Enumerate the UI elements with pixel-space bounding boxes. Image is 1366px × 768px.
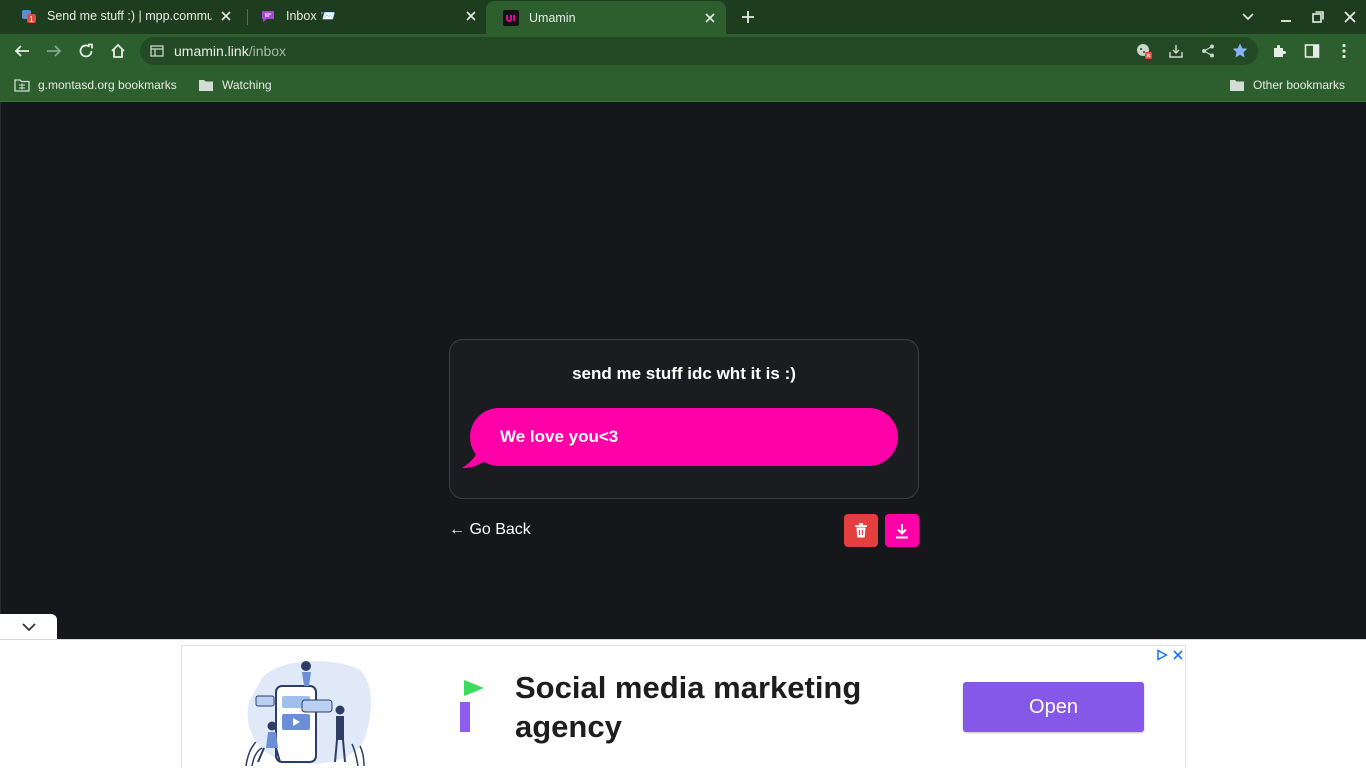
browser-toolbar: umamin.link/inbox xyxy=(0,34,1366,68)
umamin-logo-icon xyxy=(503,9,519,26)
close-window-button[interactable] xyxy=(1338,5,1362,29)
download-button[interactable] xyxy=(885,514,919,547)
address-bar[interactable]: umamin.link/inbox xyxy=(140,37,1258,65)
ad-container: Social media marketing agency Open xyxy=(0,639,1366,768)
ad-banner[interactable]: Social media marketing agency Open xyxy=(181,645,1186,768)
ad-collapse-button[interactable] xyxy=(0,614,57,640)
tab-search-button[interactable] xyxy=(1236,5,1260,29)
ad-open-button[interactable]: Open xyxy=(963,682,1144,732)
kebab-menu-icon xyxy=(1342,43,1346,59)
chevron-down-icon xyxy=(21,623,36,632)
inbox-page: send me stuff idc wht it is :) We love y… xyxy=(0,103,1366,639)
delete-button[interactable] xyxy=(844,514,878,547)
minimize-button[interactable] xyxy=(1274,5,1298,29)
blocked-cookies-icon[interactable] xyxy=(1135,42,1153,60)
reload-icon xyxy=(79,43,93,58)
reload-button[interactable] xyxy=(72,37,100,65)
message-bubble: We love you<3 xyxy=(470,408,898,466)
home-button[interactable] xyxy=(104,37,132,65)
close-tab-icon[interactable] xyxy=(461,6,481,26)
site-info-icon[interactable] xyxy=(150,44,164,58)
url-path: /inbox xyxy=(248,43,287,59)
close-tab-icon[interactable] xyxy=(700,8,720,28)
chat-bubble-favicon-icon xyxy=(260,8,276,24)
mpp-favicon-icon: 1 xyxy=(21,8,37,24)
bookmark-watching[interactable]: Watching xyxy=(198,76,272,94)
share-icon[interactable] xyxy=(1199,42,1217,60)
home-icon xyxy=(111,43,125,58)
chevron-down-icon xyxy=(1242,13,1254,21)
message-text: We love you<3 xyxy=(500,427,619,446)
url-host: umamin.link xyxy=(174,43,249,59)
bookmark-label: Watching xyxy=(222,78,272,92)
ad-headline[interactable]: Social media marketing agency xyxy=(515,668,895,746)
restore-icon xyxy=(1312,11,1324,23)
tab-umamin[interactable]: Umamin xyxy=(486,1,726,34)
ad-choices-icon[interactable] xyxy=(1155,648,1169,662)
other-bookmarks[interactable]: Other bookmarks xyxy=(1229,76,1345,94)
new-tab-button[interactable] xyxy=(736,5,760,29)
minimize-icon xyxy=(1281,20,1291,22)
bookmarks-bar: g.montasd.org bookmarks Watching Other b… xyxy=(0,68,1366,102)
folder-icon xyxy=(1229,78,1245,92)
tab-title: Send me stuff :) | mpp.community xyxy=(47,9,212,23)
ad-brand-logo xyxy=(460,680,484,732)
tab-title: Umamin xyxy=(529,10,576,25)
card-title: send me stuff idc wht it is :) xyxy=(572,364,796,383)
back-arrow-icon xyxy=(14,45,29,57)
puzzle-icon xyxy=(1274,45,1286,57)
url-text: umamin.link/inbox xyxy=(174,43,286,59)
trash-icon xyxy=(855,522,867,537)
plus-icon xyxy=(742,11,754,23)
install-app-icon[interactable] xyxy=(1167,42,1185,60)
close-icon xyxy=(1344,11,1356,23)
bookmark-star-icon[interactable] xyxy=(1231,42,1249,60)
forward-button[interactable] xyxy=(40,37,68,65)
restore-button[interactable] xyxy=(1306,5,1330,29)
side-panel-icon xyxy=(1304,44,1320,58)
bookmark-label: g.montasd.org bookmarks xyxy=(38,78,177,92)
extensions-button[interactable] xyxy=(1266,37,1294,65)
tab-strip: 1 Send me stuff :) | mpp.community Inbox… xyxy=(0,0,1366,34)
ad-close-icon[interactable] xyxy=(1171,648,1185,662)
tab-title: Inbox 📨 xyxy=(286,8,336,23)
download-icon xyxy=(896,523,908,538)
go-back-link[interactable]: ← Go Back xyxy=(449,521,531,539)
bookmark-montasd[interactable]: g.montasd.org bookmarks xyxy=(14,76,177,94)
close-tab-icon[interactable] xyxy=(216,6,236,26)
tab-send-me-stuff[interactable]: 1 Send me stuff :) | mpp.community xyxy=(4,0,242,32)
tab-inbox[interactable]: Inbox 📨 xyxy=(243,0,487,32)
folder-icon xyxy=(198,78,214,92)
other-bookmarks-label: Other bookmarks xyxy=(1253,78,1346,92)
folder-grid-icon xyxy=(14,78,30,92)
side-panel-button[interactable] xyxy=(1298,37,1326,65)
back-button[interactable] xyxy=(8,37,36,65)
browser-menu-button[interactable] xyxy=(1330,37,1358,65)
forward-arrow-icon xyxy=(47,45,62,57)
ad-illustration xyxy=(245,661,371,767)
message-card: send me stuff idc wht it is :) We love y… xyxy=(449,339,919,499)
tab-badge-count: 1 xyxy=(29,15,34,24)
